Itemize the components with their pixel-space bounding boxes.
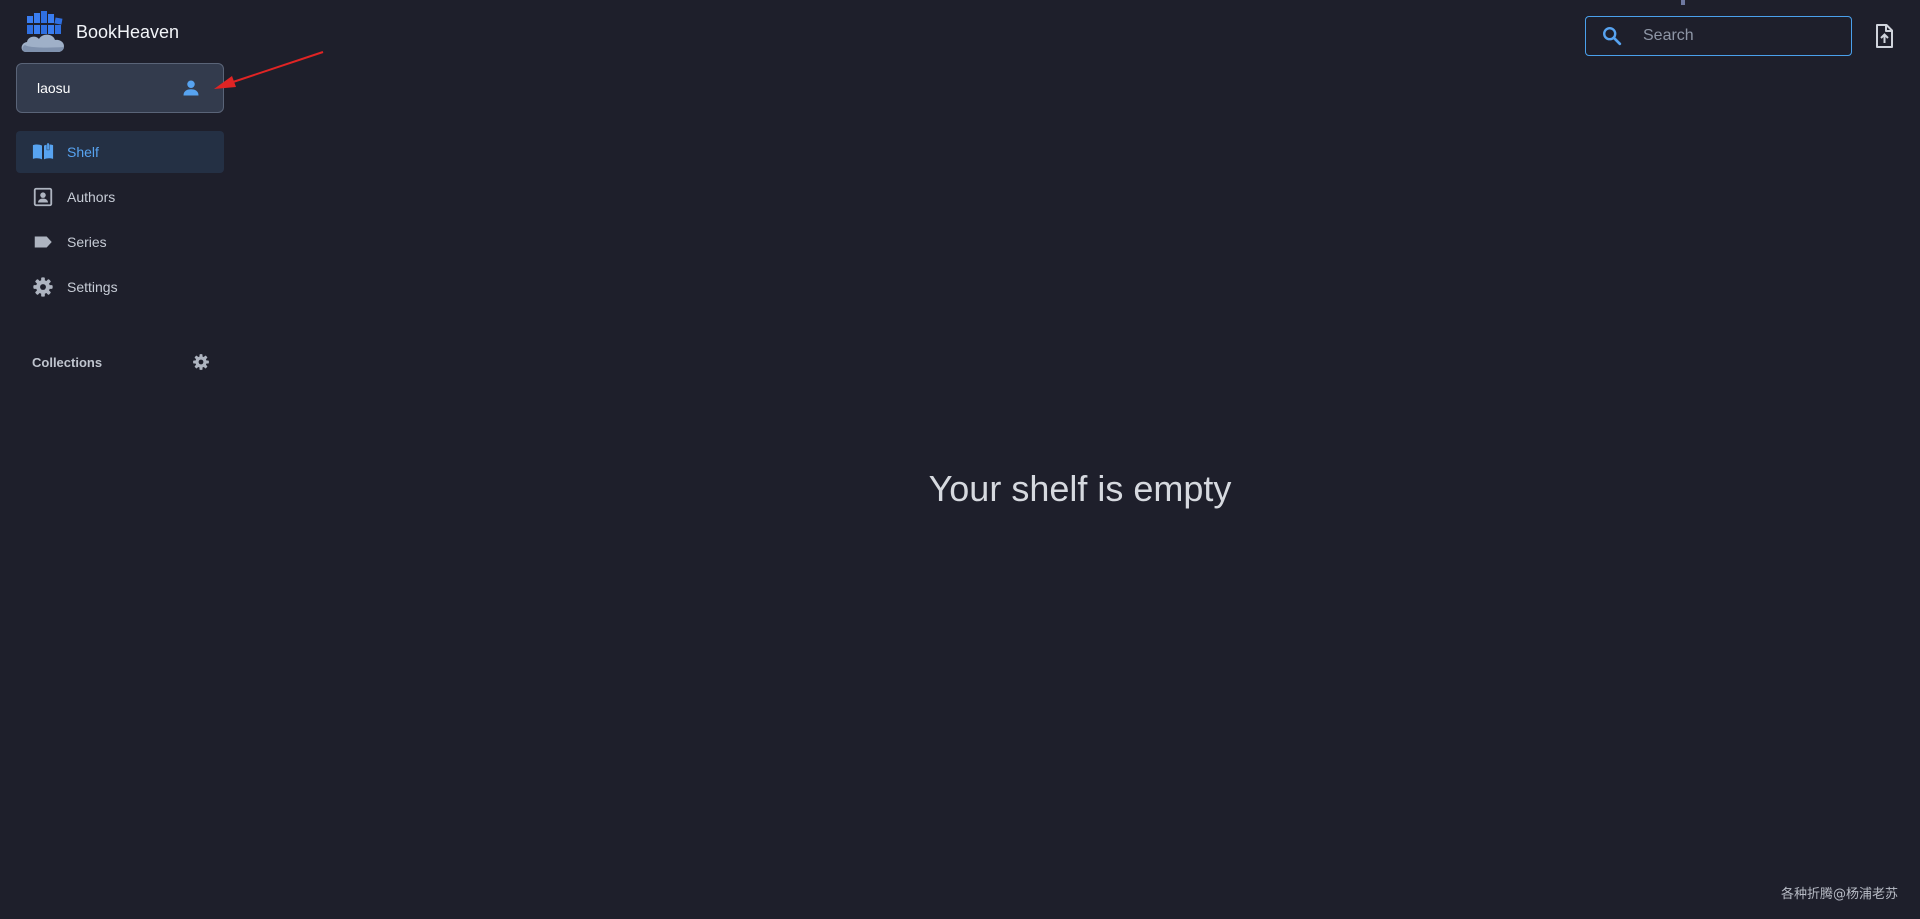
gear-icon	[33, 277, 53, 297]
sidebar-item-label: Series	[67, 234, 107, 250]
collections-title: Collections	[32, 354, 103, 370]
empty-shelf-message: Your shelf is empty	[928, 468, 1232, 509]
search-input[interactable]	[1641, 26, 1841, 46]
watermark: 各种折腾@杨浦老苏	[1780, 887, 1898, 902]
brand[interactable]: BookHeaven	[20, 10, 179, 54]
sidebar-item-label: Authors	[67, 189, 116, 205]
sidebar-item-authors[interactable]: Authors	[16, 176, 224, 218]
contact-card-icon	[33, 187, 53, 207]
cloud-bookshelf-logo-icon	[21, 11, 65, 52]
file-upload-icon	[1876, 24, 1893, 48]
label-tag-icon	[34, 236, 52, 248]
app-root: BookHeaven laosu Shelf Authors Series Se…	[0, 0, 1920, 919]
top-edge-mark	[1681, 0, 1685, 5]
sidebar-item-series[interactable]: Series	[16, 221, 224, 263]
sidebar-item-shelf[interactable]: Shelf	[16, 131, 224, 173]
collections-settings-gear-icon[interactable]	[192, 353, 210, 371]
search-icon	[1603, 27, 1622, 46]
annotation-arrow	[214, 51, 324, 89]
upload-file-button[interactable]	[1872, 23, 1896, 49]
user-name: laosu	[37, 80, 71, 96]
sidebar-item-label: Shelf	[67, 144, 99, 160]
sidebar-item-settings[interactable]: Settings	[16, 266, 224, 308]
collections-header: Collections	[32, 350, 210, 374]
open-book-icon	[32, 142, 54, 160]
brand-name: BookHeaven	[76, 21, 180, 42]
sidebar-item-label: Settings	[67, 279, 118, 295]
user-menu-button[interactable]: laosu	[16, 63, 224, 113]
sidebar-nav: Shelf Authors Series Settings	[16, 131, 224, 311]
sidebar: BookHeaven laosu Shelf Authors Series Se…	[0, 0, 324, 919]
person-icon	[183, 80, 199, 96]
search-box[interactable]	[1585, 16, 1852, 56]
